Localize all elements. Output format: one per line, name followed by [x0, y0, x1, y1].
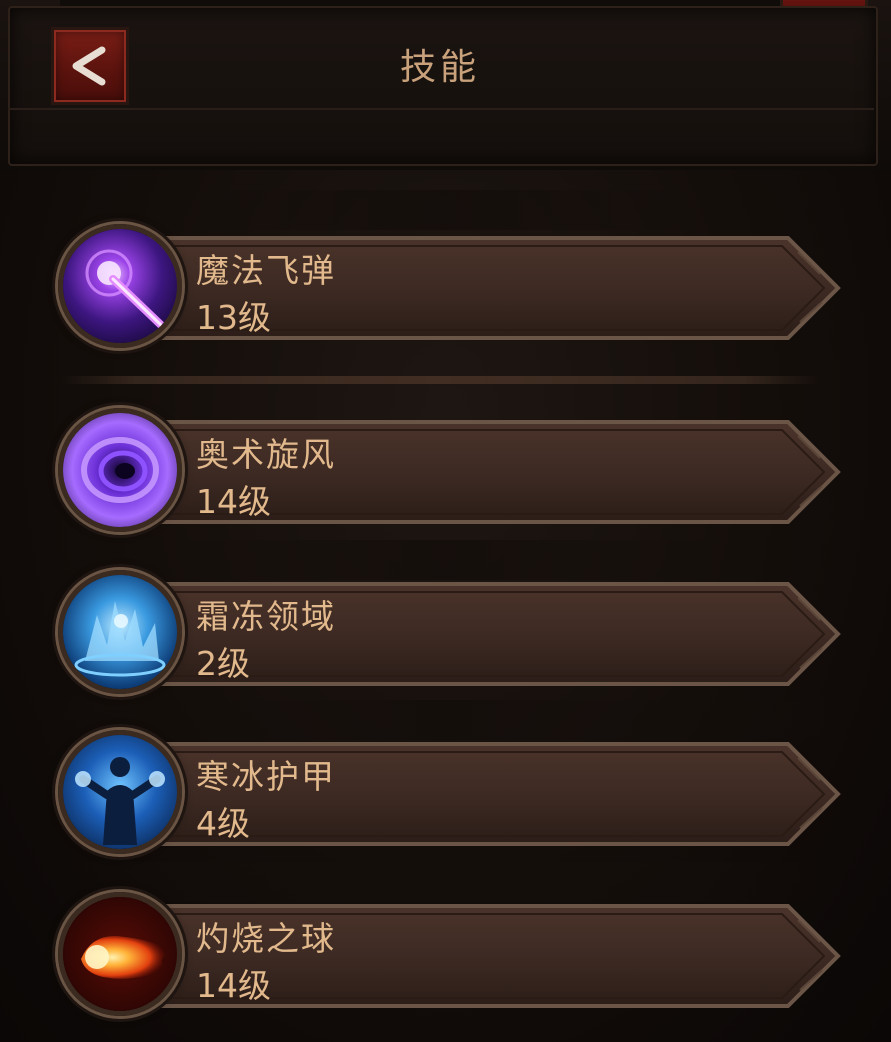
- skill-level: 14级: [196, 482, 271, 521]
- chevron-left-icon: [72, 46, 106, 86]
- skill-name: 奥术旋风: [196, 435, 336, 474]
- skill-row-frost-domain[interactable]: 霜冻领域 2级: [58, 570, 841, 698]
- skill-name: 霜冻领域: [196, 597, 336, 636]
- skills-screen: 技能 魔法飞弹 13级 奥术旋风 14级 霜冻领域 2级 寒冰护甲 4级 灼烧之…: [0, 0, 891, 1042]
- arcane-vortex-icon: [58, 408, 182, 532]
- page-title: 技能: [399, 47, 480, 88]
- skill-level: 4级: [196, 804, 250, 843]
- ice-armor-icon: [58, 730, 182, 854]
- skill-level: 14级: [196, 966, 271, 1005]
- header: 技能: [0, 0, 891, 170]
- list-separator: [60, 376, 820, 384]
- back-button[interactable]: [51, 27, 129, 105]
- magic-missile-icon: [58, 224, 182, 348]
- skill-name: 魔法飞弹: [196, 251, 336, 290]
- skill-name: 寒冰护甲: [196, 757, 336, 796]
- frost-domain-icon: [58, 570, 182, 694]
- header-divider: [8, 108, 874, 110]
- skill-row-magic-missile[interactable]: 魔法飞弹 13级: [58, 224, 841, 352]
- fireball-icon: [58, 892, 182, 1016]
- skill-level: 13级: [196, 298, 271, 337]
- skill-row-arcane-vortex[interactable]: 奥术旋风 14级: [58, 408, 841, 536]
- skill-row-fireball[interactable]: 灼烧之球 14级: [58, 892, 841, 1020]
- skill-name: 灼烧之球: [196, 919, 336, 958]
- skill-level: 2级: [196, 644, 250, 683]
- skill-row-ice-armor[interactable]: 寒冰护甲 4级: [58, 730, 841, 858]
